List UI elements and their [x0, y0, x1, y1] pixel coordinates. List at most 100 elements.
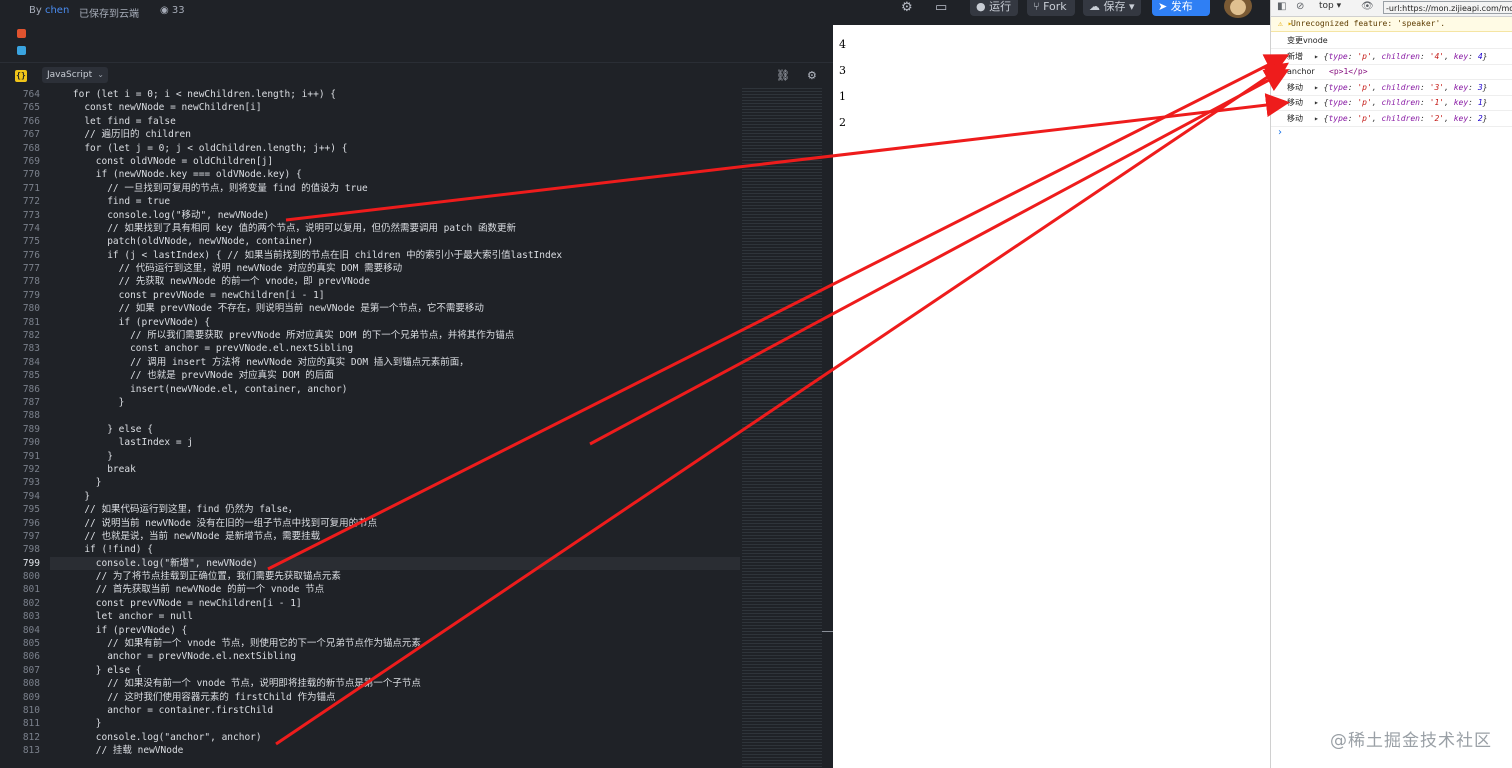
code-line[interactable]: if (prevVNode) {	[50, 316, 740, 329]
code-lines[interactable]: for (let i = 0; i < newChildren.length; …	[50, 88, 740, 758]
console-prompt[interactable]: ›	[1278, 127, 1282, 138]
code-line[interactable]: patch(oldVNode, newVNode, container)	[50, 235, 740, 248]
css-file-icon[interactable]	[17, 46, 26, 55]
log-value[interactable]: <p>1</p>	[1329, 64, 1368, 79]
line-number: 796	[22, 517, 40, 529]
sidebar-toggle-icon[interactable]: ◧	[1277, 1, 1286, 12]
code-line[interactable]: const anchor = prevVNode.el.nextSibling	[50, 342, 740, 355]
code-line[interactable]: }	[50, 490, 740, 503]
code-line[interactable]: // 这时我们使用容器元素的 firstChild 作为锚点	[50, 691, 740, 704]
code-line[interactable]: let anchor = null	[50, 610, 740, 623]
clear-console-icon[interactable]: ⊘	[1296, 1, 1304, 12]
code-line[interactable]: const oldVNode = oldChildren[j]	[50, 155, 740, 168]
console-log-row[interactable]: 移动 ▸ {type: 'p', children: '3', key: 3}	[1271, 80, 1512, 96]
log-value[interactable]: ▸ {type: 'p', children: '1', key: 1}	[1314, 95, 1487, 110]
code-line[interactable]: console.log("anchor", anchor)	[50, 731, 740, 744]
gear-icon[interactable]: ⚙	[807, 69, 817, 82]
eye-icon: ◉	[160, 5, 169, 16]
line-number: 804	[22, 624, 40, 636]
code-line[interactable]: // 如果有前一个 vnode 节点，则使用它的下一个兄弟节点作为锚点元素	[50, 637, 740, 650]
code-line[interactable]: // 一旦找到可复用的节点，则将变量 find 的值设为 true	[50, 182, 740, 195]
code-line[interactable]: anchor = prevVNode.el.nextSibling	[50, 650, 740, 663]
link-icon[interactable]: ⛓	[776, 69, 790, 82]
line-number: 764	[22, 89, 40, 100]
line-number: 800	[22, 571, 40, 583]
code-line[interactable]: } else {	[50, 423, 740, 436]
log-label: 新增	[1287, 51, 1303, 61]
language-select[interactable]: JavaScript ⌄	[42, 67, 108, 83]
author-link[interactable]: chen	[45, 5, 69, 16]
code-line[interactable]: anchor = container.firstChild	[50, 704, 740, 717]
code-line[interactable]: // 所以我们需要获取 prevVNode 所对应真实 DOM 的下一个兄弟节点…	[50, 329, 740, 342]
console-log-row[interactable]: 移动 ▸ {type: 'p', children: '1', key: 1}	[1271, 95, 1512, 111]
console-toolbar: ◧ ⊘ top ▾ 👁 -url:https://mon.zijieapi.co…	[1271, 0, 1512, 17]
code-line[interactable]: console.log("移动", newVNode)	[50, 209, 740, 222]
code-line[interactable]: // 如果 prevVNode 不存在，则说明当前 newVNode 是第一个节…	[50, 302, 740, 315]
code-line[interactable]: // 调用 insert 方法将 newVNode 对应的真实 DOM 插入到锚…	[50, 356, 740, 369]
console-log-row[interactable]: 移动 ▸ {type: 'p', children: '2', key: 2}	[1271, 111, 1512, 127]
code-line[interactable]: }	[50, 450, 740, 463]
code-line[interactable]: break	[50, 463, 740, 476]
code-line[interactable]: // 说明当前 newVNode 没有在旧的一组子节点中找到可复用的节点	[50, 517, 740, 530]
code-line[interactable]: // 先获取 newVNode 的前一个 vnode，即 prevVNode	[50, 275, 740, 288]
scrollbar-marker[interactable]	[822, 631, 833, 632]
code-line[interactable]: if (prevVNode) {	[50, 624, 740, 637]
layout-icon[interactable]: ▭	[935, 0, 947, 15]
code-line[interactable]: console.log("新增", newVNode)	[50, 556, 740, 571]
code-line[interactable]: }	[50, 476, 740, 489]
author-byline: By chen	[29, 5, 69, 16]
code-line[interactable]: // 如果找到了具有相同 key 值的两个节点，说明可以复用，但仍然需要调用 p…	[50, 222, 740, 235]
code-line[interactable]: // 为了将节点挂载到正确位置，我们需要先获取锚点元素	[50, 570, 740, 583]
html-file-icon[interactable]	[17, 29, 26, 38]
code-line[interactable]: const newVNode = newChildren[i]	[50, 101, 740, 114]
eye-icon[interactable]: 👁	[1361, 1, 1374, 12]
code-line[interactable]: // 如果没有前一个 vnode 节点，说明即将挂载的新节点是第一个子节点	[50, 677, 740, 690]
code-line[interactable]: // 首先获取当前 newVNode 的前一个 vnode 节点	[50, 583, 740, 596]
code-line[interactable]: } else {	[50, 664, 740, 677]
log-value[interactable]: ▸ {type: 'p', children: '4', key: 4}	[1314, 49, 1487, 64]
save-label: 保存	[1103, 0, 1126, 13]
log-value[interactable]: ▸ {type: 'p', children: '2', key: 2}	[1314, 111, 1487, 126]
fork-button[interactable]: ⑂ Fork	[1027, 0, 1075, 16]
console-log-row[interactable]: 变更vnode	[1271, 33, 1512, 49]
minimap[interactable]	[742, 88, 822, 768]
code-line[interactable]: find = true	[50, 195, 740, 208]
run-label: 运行	[989, 0, 1012, 13]
code-line[interactable]: insert(newVNode.el, container, anchor)	[50, 383, 740, 396]
code-line[interactable]: for (let j = 0; j < oldChildren.length; …	[50, 142, 740, 155]
code-line[interactable]: const prevVNode = newChildren[i - 1]	[50, 597, 740, 610]
save-button[interactable]: ☁ 保存 ▾	[1083, 0, 1141, 16]
line-number: 775	[22, 236, 40, 248]
settings-gear-icon[interactable]: ⚙	[901, 0, 913, 15]
warning-text: Unrecognized feature: 'speaker'.	[1291, 19, 1446, 28]
code-line[interactable]: if (newVNode.key === oldVNode.key) {	[50, 168, 740, 181]
console-log-row[interactable]: anchor <p>1</p>	[1271, 64, 1512, 80]
line-number: 774	[22, 222, 40, 234]
code-line[interactable]: // 如果代码运行到这里，find 仍然为 false，	[50, 503, 740, 516]
console-log-row[interactable]: 新增 ▸ {type: 'p', children: '4', key: 4}	[1271, 49, 1512, 65]
code-line[interactable]: // 代码运行到这里，说明 newVNode 对应的真实 DOM 需要移动	[50, 262, 740, 275]
user-avatar[interactable]	[1224, 0, 1252, 18]
code-line[interactable]: let find = false	[50, 115, 740, 128]
code-line[interactable]: }	[50, 396, 740, 409]
code-line[interactable]: const prevVNode = newChildren[i - 1]	[50, 289, 740, 302]
js-file-icon[interactable]: {}	[15, 70, 27, 82]
code-line[interactable]: // 挂载 newVNode	[50, 744, 740, 757]
context-select[interactable]: top ▾	[1319, 1, 1341, 11]
code-line[interactable]	[50, 409, 740, 422]
code-line[interactable]: if (!find) {	[50, 543, 740, 556]
code-area[interactable]: 764 765 766 767 768 769 770 771 772 773 774 775 776 7…	[0, 88, 833, 768]
log-value[interactable]: ▸ {type: 'p', children: '3', key: 3}	[1314, 80, 1487, 95]
line-number: 772	[22, 196, 40, 208]
code-line[interactable]: // 遍历旧的 children	[50, 128, 740, 141]
line-number: 808	[22, 678, 40, 690]
code-line[interactable]: // 也就是说，当前 newVNode 是新增节点，需要挂载	[50, 530, 740, 543]
code-line[interactable]: if (j < lastIndex) { // 如果当前找到的节点在旧 chil…	[50, 249, 740, 262]
code-line[interactable]: }	[50, 717, 740, 730]
run-button[interactable]: ● 运行	[970, 0, 1018, 16]
code-line[interactable]: // 也就是 prevVNode 对应真实 DOM 的后面	[50, 369, 740, 382]
publish-button[interactable]: ➤ 发布	[1152, 0, 1210, 16]
code-line[interactable]: lastIndex = j	[50, 436, 740, 449]
console-filter-input[interactable]: -url:https://mon.zijieapi.com/monitor	[1383, 1, 1512, 14]
code-line[interactable]: for (let i = 0; i < newChildren.length; …	[50, 88, 740, 101]
